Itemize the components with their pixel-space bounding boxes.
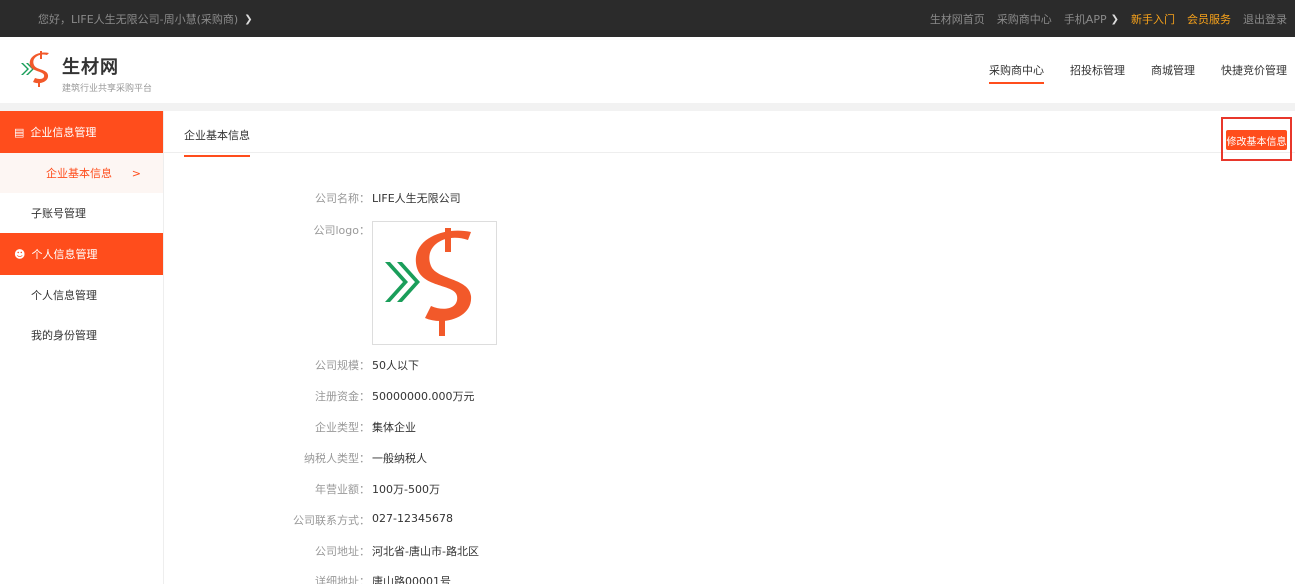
- field-label: 公司联系方式：: [293, 514, 370, 527]
- sidebar-item-label: 企业基本信息: [46, 167, 112, 180]
- site-header: 生材网 建筑行业共享采购平台 采购商中心 招投标管理 商城管理 快捷竞价管理: [0, 37, 1295, 103]
- field-detail-address: 详细地址： 唐山路00001号: [164, 573, 664, 584]
- field-label: 公司地址：: [315, 545, 370, 558]
- greeting-text: 您好，LIFE人生无限公司-周小慧(采购商): [38, 13, 239, 26]
- nav-buyer-center[interactable]: 采购商中心: [989, 62, 1044, 84]
- field-taxpayer-type: 纳税人类型： 一般纳税人: [164, 450, 664, 466]
- company-logo-image: [372, 221, 497, 345]
- brand-logo-icon[interactable]: [17, 51, 57, 87]
- field-label: 公司名称：: [315, 192, 370, 205]
- edit-basic-info-button[interactable]: 修改基本信息: [1226, 130, 1287, 150]
- field-label: 公司logo：: [313, 224, 371, 237]
- field-value: LIFE人生无限公司: [372, 192, 461, 205]
- top-links: 生材网首页 采购商中心 手机APP ❯ 新手入门 会员服务 退出登录: [930, 11, 1287, 27]
- link-mobile-app-label: 手机APP: [1063, 13, 1107, 26]
- user-card-icon: ☻: [14, 247, 26, 261]
- field-registered-capital: 注册资金： 50000000.000万元: [164, 388, 664, 404]
- field-label: 年营业额：: [315, 483, 370, 496]
- sidebar-item-company-info[interactable]: 企业基本信息 >: [0, 153, 163, 193]
- field-label: 注册资金：: [315, 390, 370, 403]
- field-value: 河北省-唐山市-路北区: [372, 545, 479, 558]
- nav-mall[interactable]: 商城管理: [1151, 62, 1195, 84]
- field-value: 027-12345678: [372, 512, 453, 525]
- sidebar-item-personal-info[interactable]: 个人信息管理: [0, 275, 163, 315]
- link-buyer-center[interactable]: 采购商中心: [997, 11, 1052, 27]
- sidebar: ▤ 企业信息管理 企业基本信息 > 子账号管理 ☻ 个人信息管理 个人信息管理 …: [0, 111, 163, 584]
- link-newbie[interactable]: 新手入门: [1131, 11, 1175, 27]
- top-bar: 您好，LIFE人生无限公司-周小慧(采购商) ❯ 生材网首页 采购商中心 手机A…: [0, 0, 1295, 37]
- field-label: 企业类型：: [315, 421, 370, 434]
- link-logout[interactable]: 退出登录: [1243, 11, 1287, 27]
- link-mobile-app[interactable]: 手机APP ❯: [1064, 11, 1119, 27]
- field-label: 纳税人类型：: [304, 452, 370, 465]
- sidebar-group-personal-label: 个人信息管理: [31, 248, 98, 261]
- brand-name: 生材网: [62, 57, 119, 78]
- field-value: 50人以下: [372, 359, 419, 372]
- chevron-down-icon: ❯: [244, 13, 253, 25]
- nav-quick-bidding[interactable]: 快捷竞价管理: [1221, 62, 1287, 84]
- tab-company-info[interactable]: 企业基本信息: [184, 127, 250, 157]
- field-contact: 公司联系方式： 027-12345678: [164, 512, 664, 528]
- sidebar-item-label: 个人信息管理: [31, 289, 97, 302]
- sidebar-item-label: 我的身份管理: [31, 329, 97, 342]
- field-company-scale: 公司规模： 50人以下: [164, 357, 664, 373]
- field-value: 集体企业: [372, 421, 416, 434]
- field-company-name: 公司名称： LIFE人生无限公司: [164, 190, 664, 206]
- sidebar-group-company[interactable]: ▤ 企业信息管理: [0, 111, 163, 153]
- field-address: 公司地址： 河北省-唐山市-路北区: [164, 543, 664, 559]
- building-icon: ▤: [14, 125, 25, 139]
- brand-slogan: 建筑行业共享采购平台: [62, 84, 153, 94]
- chevron-right-icon: >: [131, 166, 141, 180]
- field-value: 一般纳税人: [372, 452, 427, 465]
- sidebar-group-company-label: 企业信息管理: [30, 126, 97, 139]
- link-vip-service[interactable]: 会员服务: [1187, 11, 1231, 27]
- field-label: 公司规模：: [315, 359, 370, 372]
- tab-bar: 企业基本信息: [164, 111, 1295, 157]
- brand: 生材网 建筑行业共享采购平台: [62, 53, 152, 94]
- user-greeting[interactable]: 您好，LIFE人生无限公司-周小慧(采购商) ❯: [38, 11, 253, 27]
- field-company-type: 企业类型： 集体企业: [164, 419, 664, 435]
- company-logo-icon: [385, 228, 472, 336]
- chevron-down-icon: ❯: [1110, 13, 1119, 25]
- main-content: 企业基本信息 修改基本信息 公司名称： LIFE人生无限公司 公司logo： 公…: [163, 111, 1295, 584]
- field-value: 100万-500万: [372, 483, 440, 496]
- field-value: 50000000.000万元: [372, 390, 475, 403]
- sidebar-item-subaccounts[interactable]: 子账号管理: [0, 193, 163, 233]
- nav-bidding[interactable]: 招投标管理: [1070, 62, 1125, 84]
- sidebar-item-identity[interactable]: 我的身份管理: [0, 315, 163, 355]
- main-nav: 采购商中心 招投标管理 商城管理 快捷竞价管理: [989, 62, 1287, 84]
- link-home[interactable]: 生材网首页: [930, 11, 985, 27]
- field-label: 详细地址：: [315, 575, 370, 584]
- field-annual-revenue: 年营业额： 100万-500万: [164, 481, 664, 497]
- sidebar-group-personal[interactable]: ☻ 个人信息管理: [0, 233, 163, 275]
- sidebar-item-label: 子账号管理: [31, 207, 86, 220]
- field-value: 唐山路00001号: [372, 575, 451, 584]
